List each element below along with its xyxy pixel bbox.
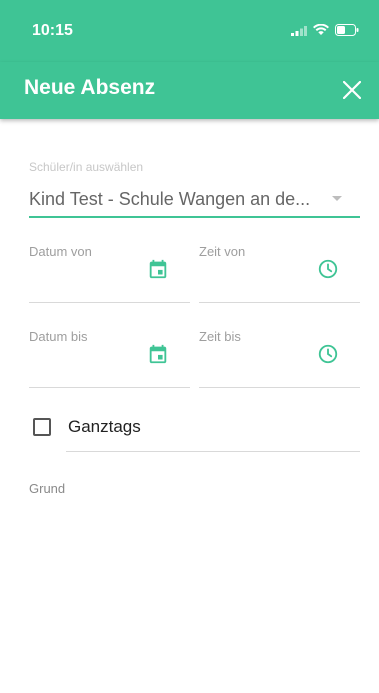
date-from-label: Datum von [29, 244, 92, 259]
fullday-row[interactable]: Ganztags [33, 417, 141, 437]
calendar-icon[interactable] [147, 343, 169, 365]
status-time: 10:15 [32, 22, 73, 39]
student-select[interactable]: Kind Test - Schule Wangen an de... [29, 189, 329, 210]
wifi-icon [313, 24, 329, 35]
student-select-underline [29, 216, 360, 218]
fullday-divider [66, 451, 360, 452]
clock-icon[interactable] [317, 343, 339, 365]
status-bar: 10:15 [0, 0, 379, 62]
date-to-field[interactable]: Datum bis [29, 324, 190, 388]
calendar-icon[interactable] [147, 258, 169, 280]
dropdown-arrow-icon[interactable] [332, 196, 342, 201]
status-icons [291, 24, 359, 36]
battery-icon [335, 24, 359, 36]
student-select-label: Schüler/in auswählen [29, 160, 144, 174]
app-toolbar: Neue Absenz [0, 62, 379, 119]
reason-label: Grund [29, 481, 66, 496]
date-from-field[interactable]: Datum von [29, 239, 190, 303]
date-to-underline [29, 387, 190, 388]
time-from-underline [199, 302, 360, 303]
date-from-underline [29, 302, 190, 303]
page-title: Neue Absenz [24, 76, 156, 99]
fullday-checkbox[interactable] [33, 418, 51, 436]
date-to-label: Datum bis [29, 329, 88, 344]
time-to-label: Zeit bis [199, 329, 241, 344]
close-button[interactable] [337, 75, 367, 105]
time-to-field[interactable]: Zeit bis [199, 324, 360, 388]
close-icon [343, 81, 361, 99]
clock-icon[interactable] [317, 258, 339, 280]
fullday-label[interactable]: Ganztags [68, 417, 141, 437]
time-from-field[interactable]: Zeit von [199, 239, 360, 303]
signal-icon [291, 25, 307, 36]
time-from-label: Zeit von [199, 244, 246, 259]
time-to-underline [199, 387, 360, 388]
